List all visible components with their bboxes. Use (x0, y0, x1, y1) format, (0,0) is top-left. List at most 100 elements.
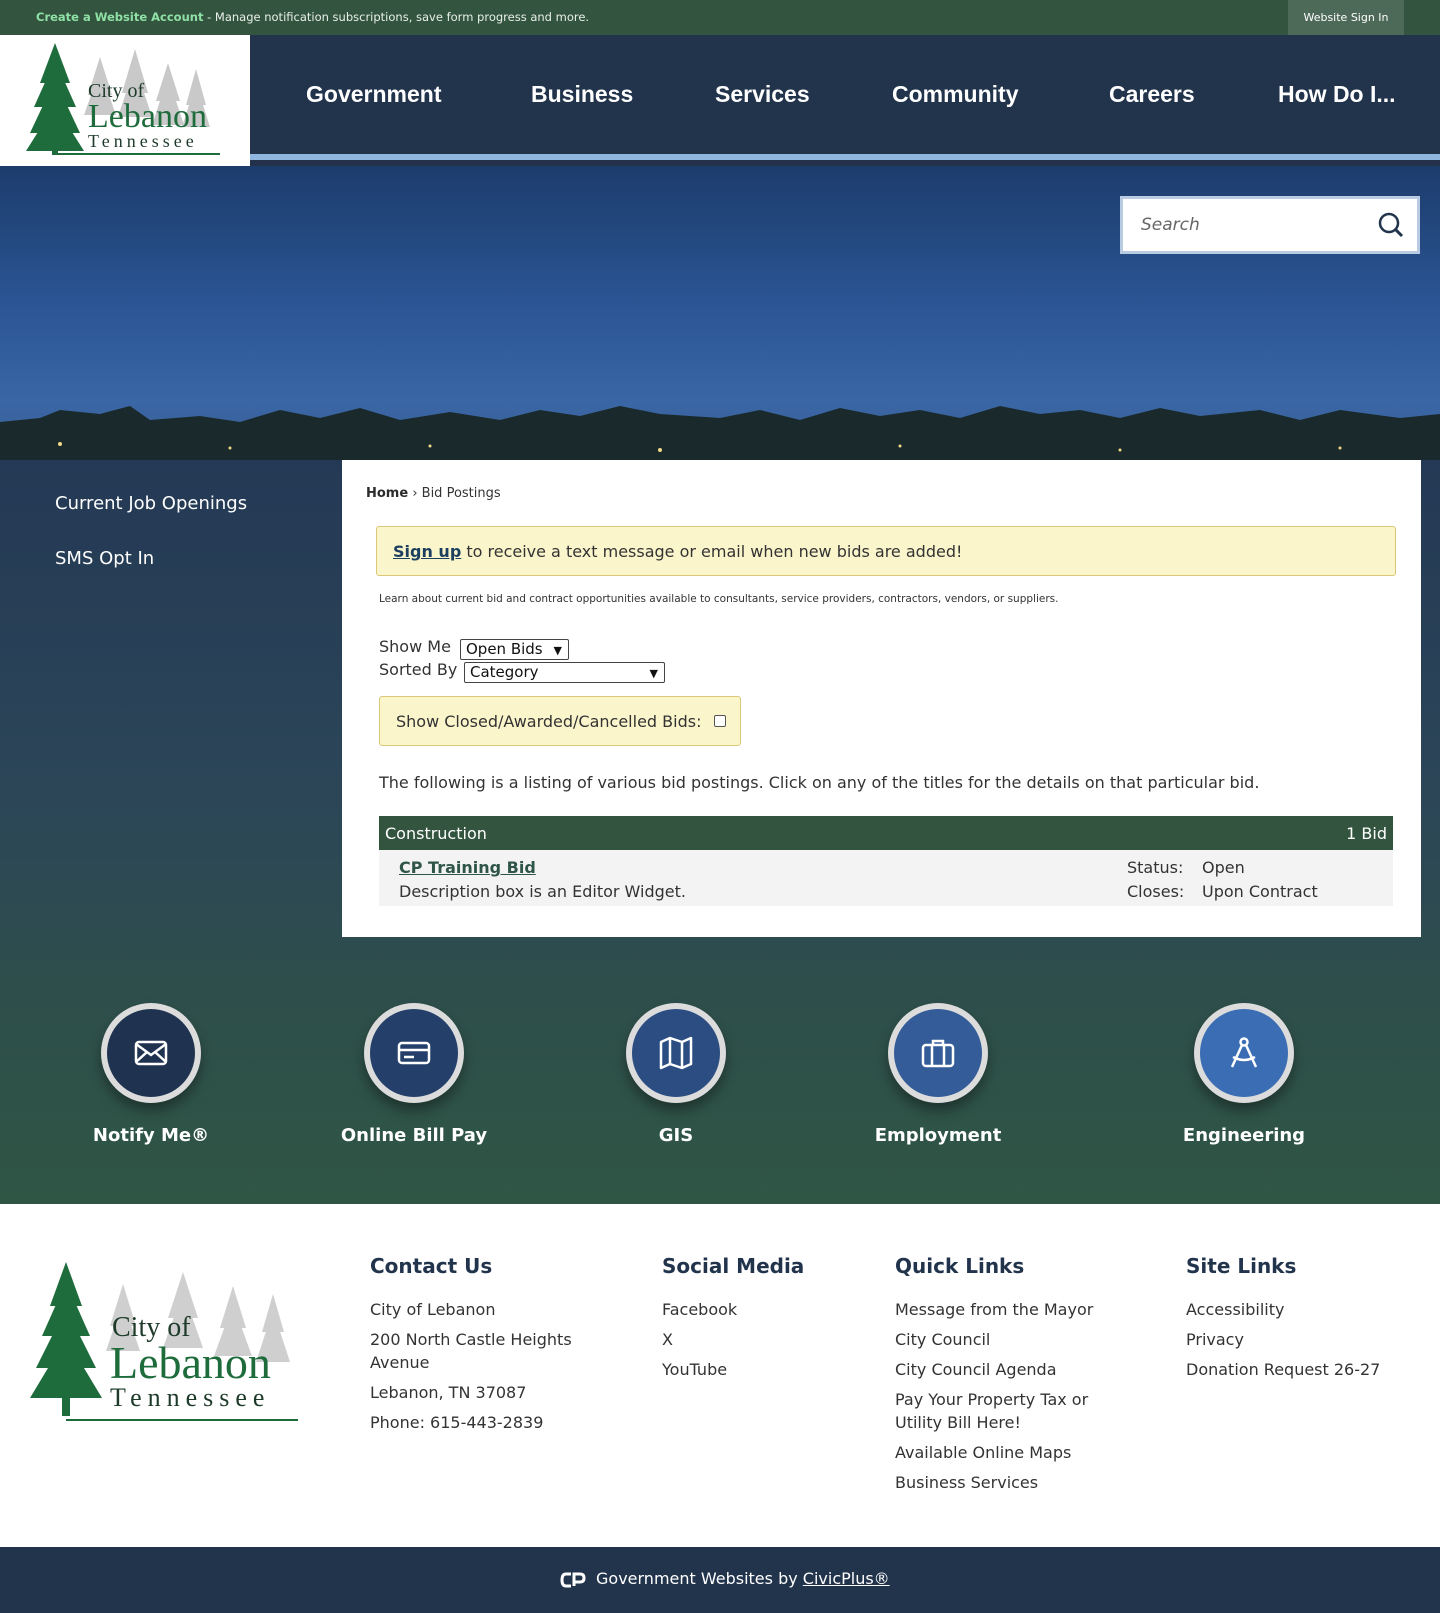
civicplus-bar: Government Websites by CivicPlus® (0, 1547, 1440, 1613)
bid-status-label: Status: (1127, 858, 1184, 877)
nav-how-do-i[interactable]: How Do I... (1278, 81, 1396, 108)
content-panel: Home › Bid Postings Sign up to receive a… (342, 460, 1421, 937)
show-closed-filter: Show Closed/Awarded/Cancelled Bids: (379, 696, 741, 746)
footer-logo-line3: Tennessee (110, 1383, 270, 1412)
quick-link-notify-me[interactable]: Notify Me® (71, 1003, 231, 1146)
quick-link-circle (107, 1009, 195, 1097)
site-header: City of Lebanon Tennessee Government Bus… (0, 35, 1440, 166)
nav-careers[interactable]: Careers (1109, 81, 1195, 108)
briefcase-icon (921, 1039, 955, 1068)
bid-title-link[interactable]: CP Training Bid (399, 858, 536, 877)
signup-notice-text: to receive a text message or email when … (461, 542, 963, 561)
quick-link-engineering[interactable]: Engineering (1164, 1003, 1324, 1146)
sorted-by-select[interactable]: Category ▼ (464, 662, 665, 683)
quick-link-ring (626, 1003, 726, 1103)
treeline-silhouette (0, 406, 1440, 460)
footer-link[interactable]: Accessibility (1186, 1298, 1406, 1321)
sorted-by-value: Category (470, 663, 539, 681)
nav-community[interactable]: Community (892, 81, 1019, 108)
quick-link-label: Employment (874, 1125, 1002, 1146)
bid-description: Description box is an Editor Widget. (399, 882, 686, 901)
sidebar-item-current-job-openings[interactable]: Current Job Openings (55, 493, 247, 514)
social-link-facebook[interactable]: Facebook (662, 1298, 862, 1321)
quick-link-employment[interactable]: Employment (858, 1003, 1018, 1146)
social-link-youtube[interactable]: YouTube (662, 1358, 862, 1381)
sorted-by-label: Sorted By (379, 660, 458, 679)
credit-card-icon (397, 1041, 431, 1065)
show-me-value: Open Bids (466, 640, 543, 658)
breadcrumb-home[interactable]: Home (366, 486, 408, 501)
category-count: 1 Bid (1346, 824, 1387, 843)
quick-link-ring (364, 1003, 464, 1103)
civicplus-logo-icon (560, 1572, 586, 1588)
contact-heading: Contact Us (370, 1254, 493, 1278)
quick-link-label: Online Bill Pay (340, 1125, 488, 1146)
create-account-text: Create a Website Account - Manage notifi… (36, 10, 589, 24)
nav-government[interactable]: Government (306, 81, 441, 108)
sidebar-item-sms-opt-in[interactable]: SMS Opt In (55, 548, 247, 569)
quick-link-ring (101, 1003, 201, 1103)
breadcrumb: Home › Bid Postings (366, 486, 501, 501)
quick-link-label: Notify Me® (92, 1125, 210, 1146)
create-account-link[interactable]: Create a Website Account (36, 10, 203, 24)
contact-address2: Lebanon, TN 37087 (370, 1383, 527, 1402)
footer-link[interactable]: City Council Agenda (895, 1358, 1115, 1381)
search-input[interactable]: Search (1141, 215, 1200, 235)
search-box[interactable]: Search (1120, 196, 1420, 254)
map-icon (659, 1036, 693, 1070)
create-account-desc: - Manage notification subscriptions, sav… (203, 10, 590, 24)
show-closed-checkbox[interactable] (714, 715, 726, 727)
footer-contact: Contact Us City of Lebanon 200 North Cas… (370, 1254, 600, 1441)
quick-link-ring (1194, 1003, 1294, 1103)
social-heading: Social Media (662, 1254, 805, 1278)
footer-quick-links: Quick Links Message from the Mayor City … (895, 1254, 1115, 1501)
footer-city-logo[interactable]: City of Lebanon Tennessee (18, 1256, 308, 1436)
compass-icon (1230, 1037, 1258, 1068)
social-link-x[interactable]: X (662, 1328, 862, 1351)
footer-link[interactable]: Message from the Mayor (895, 1298, 1115, 1321)
breadcrumb-separator: › (408, 486, 422, 501)
city-logo[interactable]: City of Lebanon Tennessee (0, 35, 250, 166)
hero-banner: Search (0, 166, 1440, 460)
footer-link[interactable]: Pay Your Property Tax or Utility Bill He… (895, 1388, 1115, 1434)
breadcrumb-current: Bid Postings (421, 486, 501, 501)
bid-status-value: Open (1202, 858, 1245, 877)
chevron-down-icon: ▼ (553, 644, 562, 657)
sign-up-link[interactable]: Sign up (393, 542, 461, 561)
category-header: Construction 1 Bid (379, 816, 1393, 850)
quick-link-gis[interactable]: GIS (596, 1003, 756, 1146)
footer-link[interactable]: Business Services (895, 1471, 1115, 1494)
civicplus-credit: Government Websites by CivicPlus® (596, 1569, 890, 1588)
show-me-label: Show Me (379, 637, 451, 656)
footer-link[interactable]: Donation Request 26-27 (1186, 1358, 1406, 1381)
quick-link-circle (1200, 1009, 1288, 1097)
bid-closes-label: Closes: (1127, 882, 1185, 901)
sidebar-nav: Current Job Openings SMS Opt In (55, 493, 247, 603)
show-me-select[interactable]: Open Bids ▼ (460, 639, 569, 660)
quick-link-online-bill-pay[interactable]: Online Bill Pay (334, 1003, 494, 1146)
category-name: Construction (385, 824, 487, 843)
footer-link[interactable]: Available Online Maps (895, 1441, 1115, 1464)
civicplus-link[interactable]: CivicPlus® (803, 1569, 890, 1588)
quick-link-ring (888, 1003, 988, 1103)
chevron-down-icon: ▼ (649, 667, 658, 680)
footer-link[interactable]: Privacy (1186, 1328, 1406, 1351)
logo-line3: Tennessee (88, 131, 198, 151)
bid-row: CP Training Bid Description box is an Ed… (379, 850, 1393, 906)
civicplus-prefix: Government Websites by (596, 1569, 803, 1588)
website-sign-in-button[interactable]: Website Sign In (1288, 0, 1404, 35)
signup-notice: Sign up to receive a text message or ema… (376, 526, 1396, 576)
nav-business[interactable]: Business (531, 81, 633, 108)
contact-address1: 200 North Castle Heights Avenue (370, 1330, 572, 1372)
contact-name: City of Lebanon (370, 1300, 496, 1319)
footer-link[interactable]: City Council (895, 1328, 1115, 1351)
pine-trees-logo-icon: City of Lebanon Tennessee (26, 43, 220, 155)
envelope-icon (134, 1040, 168, 1066)
nav-services[interactable]: Services (715, 81, 810, 108)
logo-line2: Lebanon (88, 98, 207, 135)
quick-link-label: GIS (658, 1125, 694, 1146)
learn-text: Learn about current bid and contract opp… (379, 593, 1059, 605)
search-icon[interactable] (1377, 211, 1405, 239)
intro-text: The following is a listing of various bi… (379, 773, 1260, 792)
footer-site-links: Site Links Accessibility Privacy Donatio… (1186, 1254, 1406, 1388)
